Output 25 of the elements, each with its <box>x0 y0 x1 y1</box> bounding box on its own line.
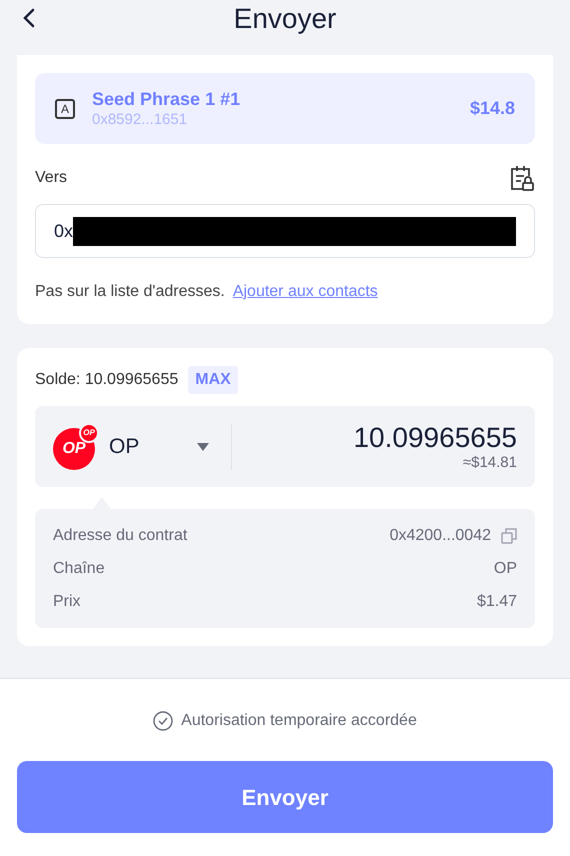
caret-icon <box>197 442 209 450</box>
account-card[interactable]: A Seed Phrase 1 #1 0x8592...1651 $14.8 <box>35 73 535 144</box>
not-in-list-note: Pas sur la liste d'adresses. <box>35 282 225 302</box>
to-label: Vers <box>35 168 68 188</box>
detail-value: $1.47 <box>476 592 517 612</box>
token-badge: OP <box>79 422 99 442</box>
address-book-icon[interactable] <box>509 164 535 192</box>
account-address: 0x8592...1651 <box>92 110 188 130</box>
account-icon: A <box>55 98 75 118</box>
address-value: 0x <box>54 220 74 242</box>
authorization-status: Autorisation temporaire accordée <box>181 711 417 731</box>
amount-value: 10.09965655 <box>353 422 517 454</box>
detail-label: Chaîne <box>53 558 105 578</box>
address-field[interactable]: 0x <box>35 204 535 258</box>
detail-value: 0x4200...0042 <box>390 526 491 546</box>
account-name: Seed Phrase 1 #1 <box>92 88 242 110</box>
token-selector[interactable]: OP <box>109 426 209 466</box>
balance-label: Solde: 10.09965655 <box>35 370 178 390</box>
detail-label: Prix <box>53 592 81 612</box>
detail-label: Adresse du contrat <box>53 526 188 546</box>
detail-value: OP <box>494 558 517 578</box>
account-value: $14.8 <box>470 97 515 120</box>
fiat-value: ≈$14.81 <box>462 454 517 472</box>
page-title: Envoyer <box>234 2 336 36</box>
check-circle-icon <box>153 711 174 731</box>
